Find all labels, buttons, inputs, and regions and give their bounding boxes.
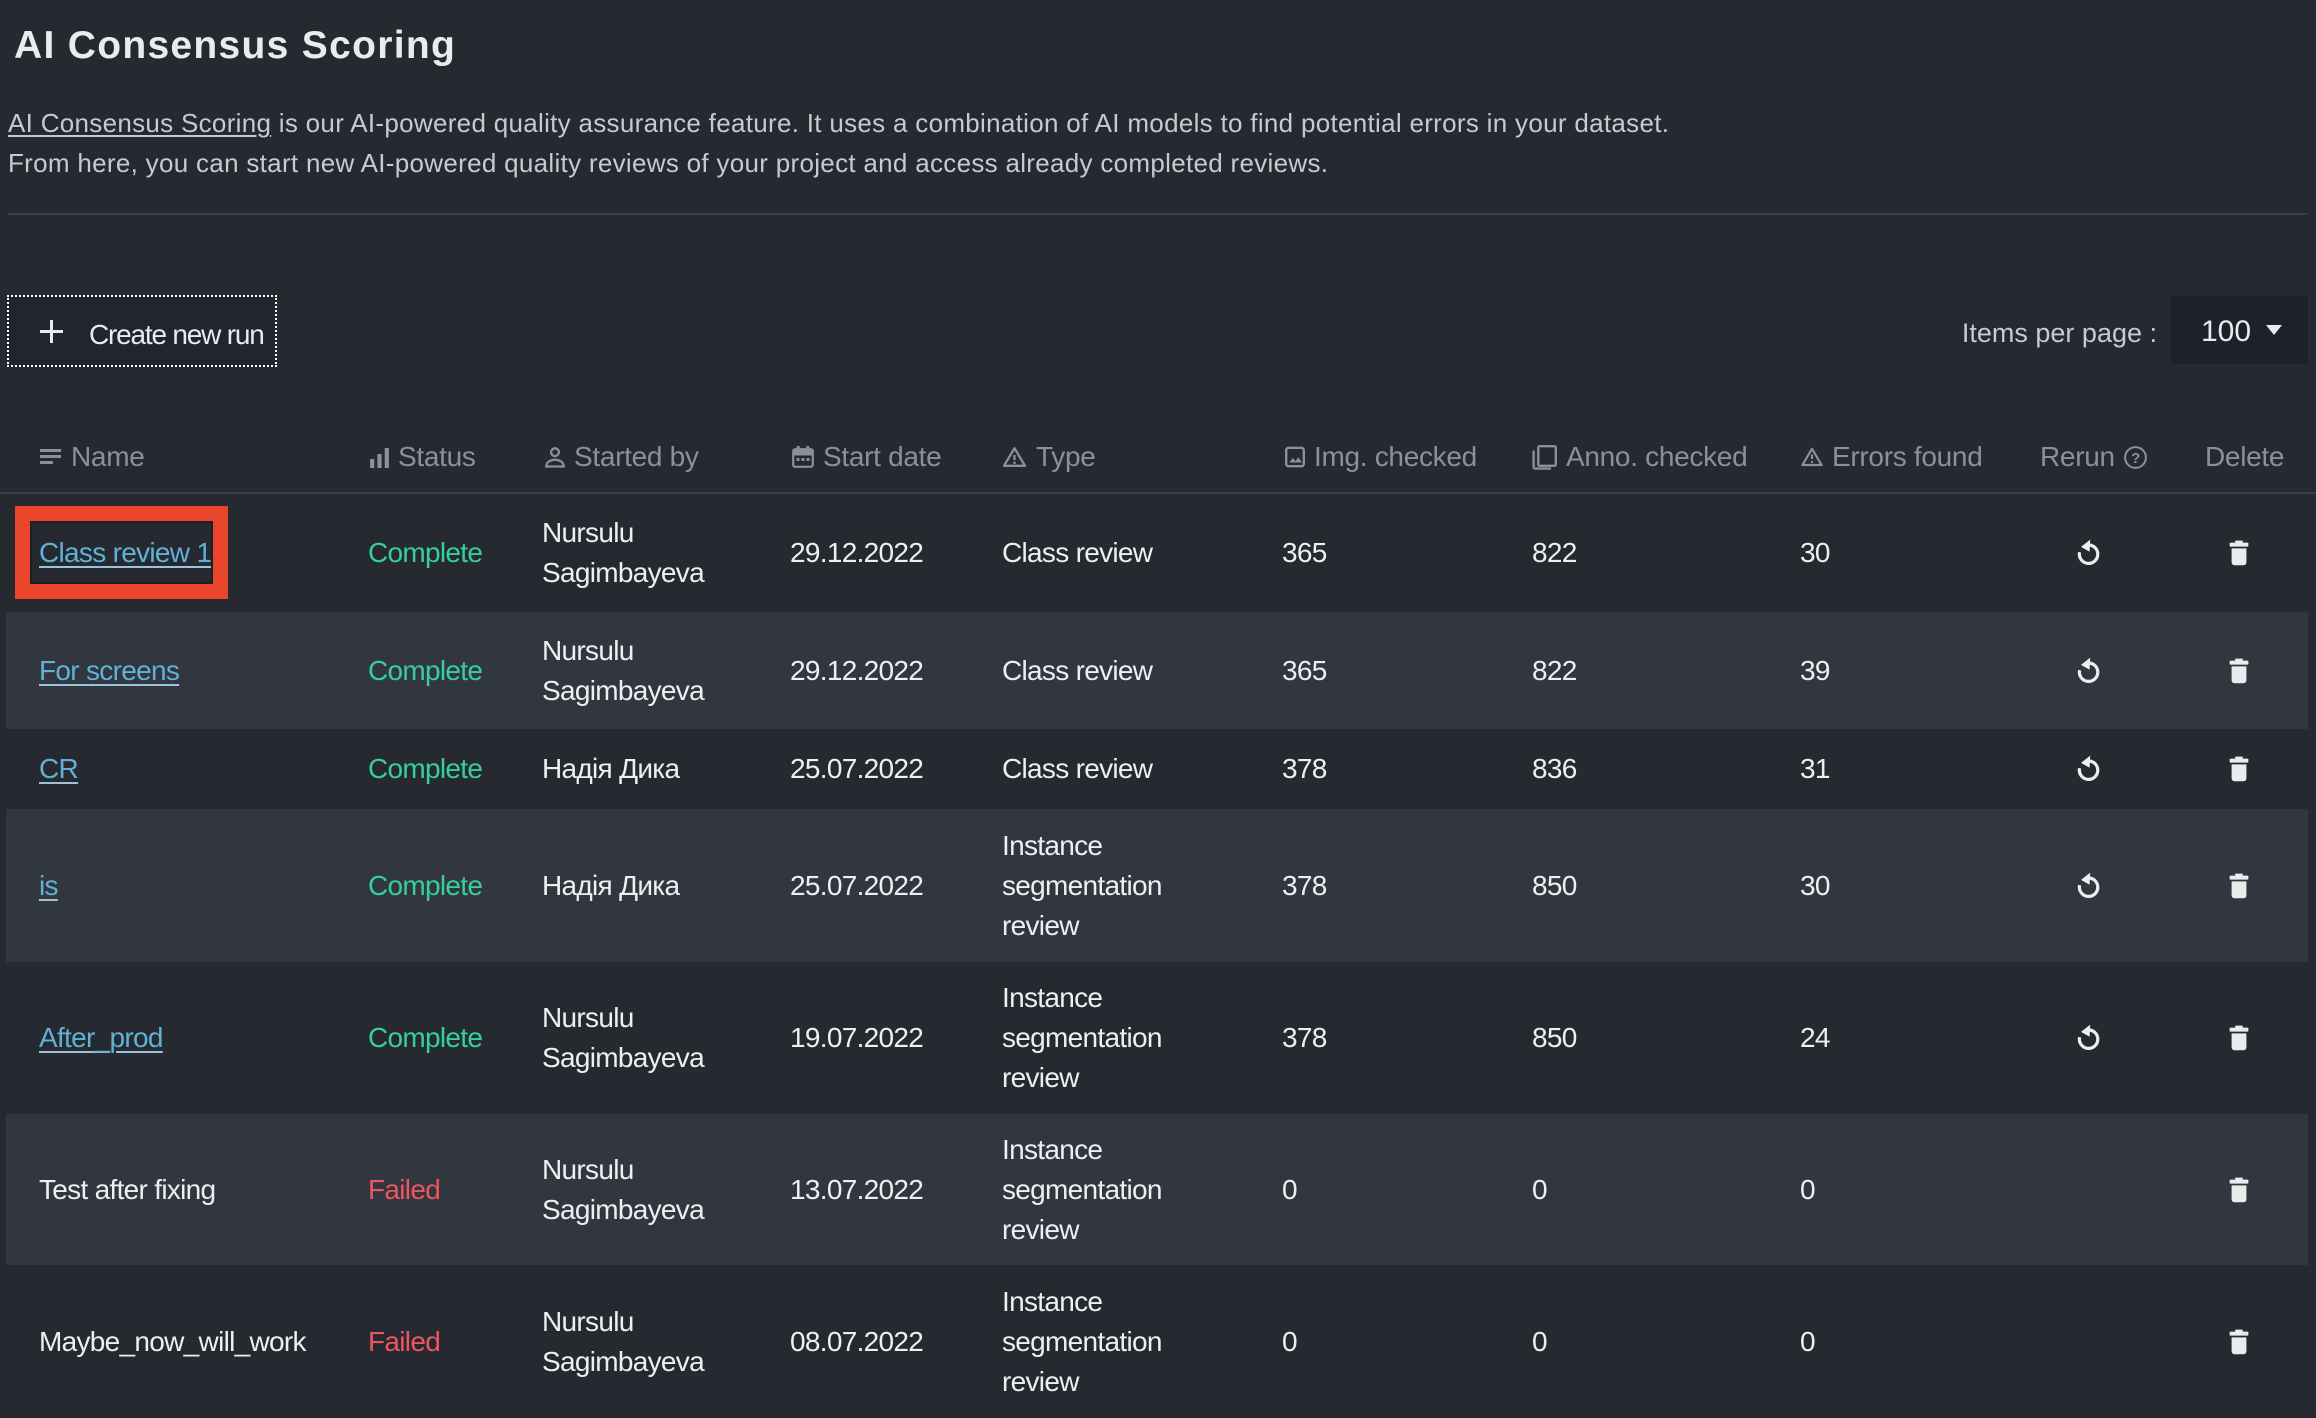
svg-text:?: ? — [2131, 450, 2140, 467]
